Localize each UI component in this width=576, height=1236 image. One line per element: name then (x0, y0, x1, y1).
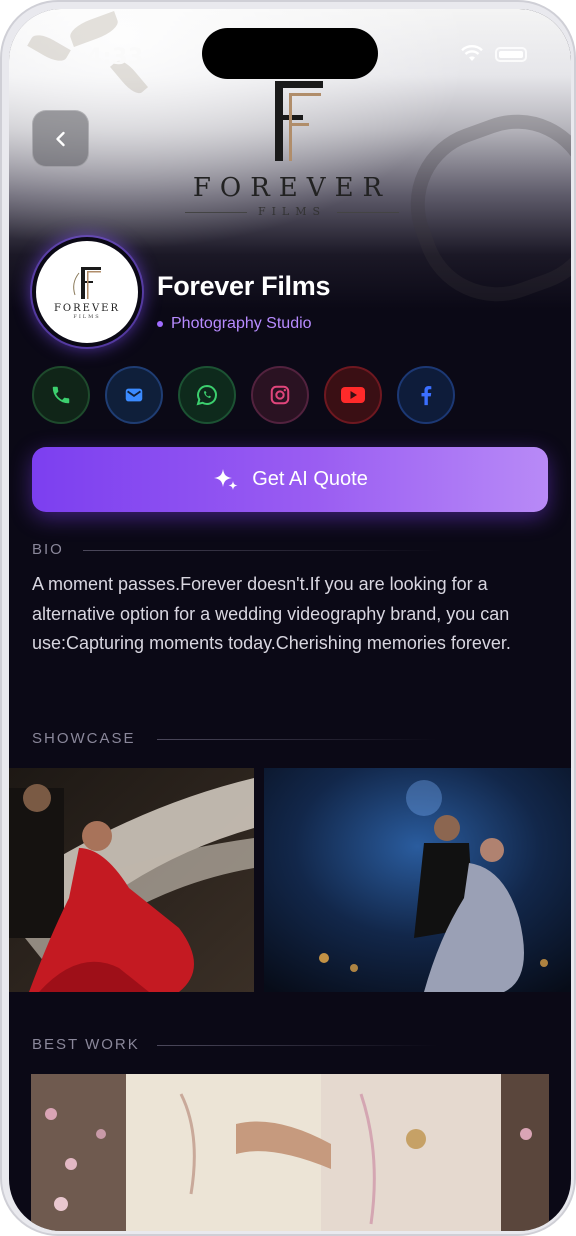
phone-icon (52, 386, 70, 404)
status-time: 4:33 (87, 45, 144, 70)
sparkle-icon (214, 468, 238, 490)
whatsapp-button[interactable] (178, 366, 236, 424)
film-reel-decoration (388, 92, 571, 324)
avatar-monogram (73, 266, 101, 299)
facebook-icon (421, 386, 432, 406)
logo-divider (337, 212, 399, 213)
whatsapp-icon (196, 384, 217, 406)
email-button[interactable] (105, 366, 163, 424)
app-screen: 4:33 FOREVER FILMS FOREVER FILMS Forever… (9, 9, 571, 1231)
avatar-wordmark: FOREVER (53, 302, 121, 314)
profile-name: Forever Films (157, 271, 331, 301)
best-work-divider (157, 1045, 437, 1046)
dynamic-island (202, 28, 378, 79)
battery-icon (495, 46, 527, 62)
avatar[interactable]: FOREVER FILMS (32, 237, 142, 347)
brand-logo: FOREVER FILMS (177, 75, 407, 225)
category-dot (157, 321, 163, 327)
status-icons (461, 45, 527, 63)
showcase-heading: SHOWCASE (32, 730, 136, 747)
photo-couple-dance (264, 768, 571, 992)
instagram-icon (270, 385, 290, 405)
facebook-button[interactable] (397, 366, 455, 424)
bio-heading: BIO (32, 541, 64, 558)
quote-button-label: Get AI Quote (252, 468, 368, 490)
chevron-left-icon (55, 131, 65, 146)
youtube-icon (341, 387, 365, 403)
back-button[interactable] (32, 110, 89, 167)
phone-button[interactable] (32, 366, 90, 424)
get-ai-quote-button[interactable]: Get AI Quote (32, 447, 548, 512)
photo-couple-embroidered (31, 1074, 549, 1231)
youtube-button[interactable] (324, 366, 382, 424)
showcase-photo-2[interactable] (264, 768, 571, 992)
best-work-photo[interactable] (31, 1074, 549, 1231)
avatar-subtitle: FILMS (73, 313, 101, 320)
instagram-button[interactable] (251, 366, 309, 424)
mail-icon (125, 388, 143, 402)
bio-divider (83, 550, 443, 551)
ff-monogram (275, 81, 323, 161)
wifi-icon (461, 45, 483, 61)
phone-frame: 4:33 FOREVER FILMS FOREVER FILMS Forever… (0, 0, 576, 1236)
showcase-photo-1[interactable] (9, 768, 254, 992)
leaf-decoration (27, 30, 71, 66)
logo-wordmark: FOREVER (192, 173, 392, 203)
category-label: Photography Studio (171, 315, 312, 332)
leaf-decoration (67, 11, 121, 47)
profile-category: Photography Studio (157, 315, 312, 333)
showcase-divider (157, 739, 437, 740)
social-links (32, 366, 455, 424)
photo-red-gown (9, 768, 254, 992)
bio-text: A moment passes.Forever doesn't.If you a… (32, 574, 511, 653)
best-work-heading: BEST WORK (32, 1036, 140, 1053)
